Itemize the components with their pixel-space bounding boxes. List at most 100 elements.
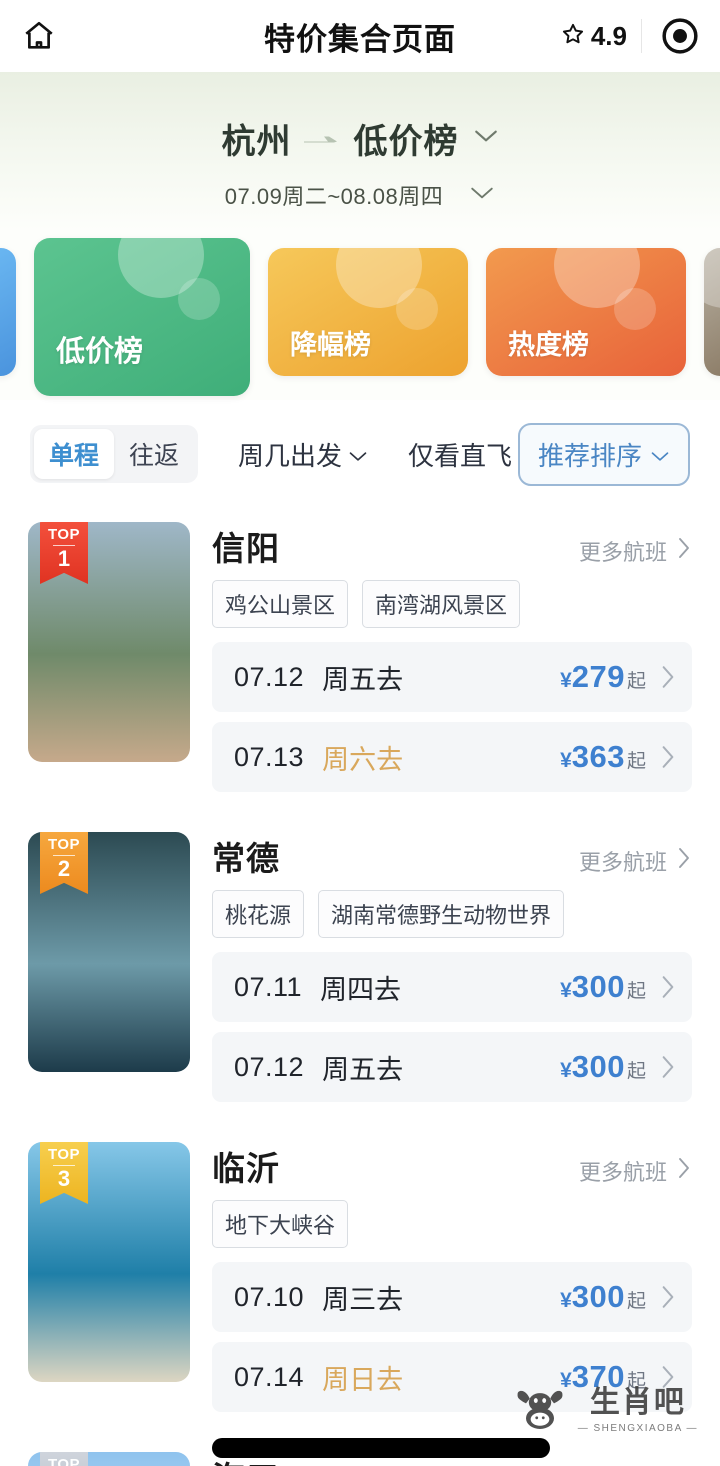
flight-date: 07.14 — [234, 1361, 305, 1392]
chevron-right-icon — [676, 536, 692, 566]
attraction-tags: 地下大峡谷 — [212, 1200, 692, 1248]
price-amount: 363 — [571, 739, 625, 774]
flight-price: ¥300 起 — [560, 969, 646, 1005]
price-from-suffix: 起 — [626, 751, 646, 772]
chevron-right-icon — [660, 664, 676, 690]
filter-weekday[interactable]: 周几出发 — [238, 436, 368, 473]
rating-value: 4.9 — [590, 20, 627, 51]
rank-tab-edge-left[interactable] — [0, 248, 16, 376]
currency-symbol: ¥ — [560, 749, 572, 772]
destination-body: 常德 更多航班 桃花源 湖南常德野生动物世界 07.11 周四去 ¥300 起 07.12 周五去… — [212, 832, 692, 1112]
more-flights-label: 更多航班 — [578, 540, 667, 565]
tab-decoration-icon — [178, 278, 220, 320]
rank-tab-hot[interactable]: 热度榜 — [486, 248, 686, 376]
rank-tab-classic[interactable]: 经典 — [704, 248, 720, 376]
flight-price: ¥300 起 — [560, 1279, 646, 1315]
chevron-right-icon — [660, 1284, 676, 1310]
rank-tabs-carousel[interactable]: 低价榜 降幅榜 热度榜 经典 — [0, 230, 720, 400]
attraction-tag[interactable]: 地下大峡谷 — [212, 1200, 349, 1248]
chevron-down-icon — [348, 439, 368, 470]
attraction-tag[interactable]: 桃花源 — [212, 890, 305, 938]
destination-photo[interactable]: TOP 2 — [28, 832, 190, 1072]
more-flights-label: 更多航班 — [578, 1160, 667, 1185]
destination-city: 常德 — [212, 840, 280, 877]
watermark-cn: 生肖吧 — [589, 1385, 686, 1419]
destination-photo[interactable]: TOP 1 — [28, 522, 190, 762]
rank-tab-edge-left-label — [0, 362, 8, 376]
hero-section: 杭州 低价榜 07.09周二~08.08周四 — [0, 72, 720, 230]
flight-weekday: 周六去 — [322, 744, 404, 775]
attraction-tags: 鸡公山景区 南湾湖风景区 — [212, 580, 692, 628]
destination-item[interactable]: TOP 1 信阳 更多航班 鸡公山景区 南湾湖风景区 07.12 周五去 ¥279 起 07.13 周… — [28, 508, 692, 818]
rating-badge[interactable]: 4.9 — [554, 19, 642, 53]
price-amount: 300 — [571, 969, 625, 1004]
destination-body: 临沂 更多航班 地下大峡谷 07.10 周三去 ¥300 起 07.14 周日去 ¥370 起 — [212, 1142, 692, 1422]
board-name: 低价榜 — [353, 123, 459, 161]
rank-badge: TOP4 — [40, 1452, 88, 1466]
destination-city: 临沂 — [212, 1150, 280, 1187]
currency-symbol: ¥ — [560, 979, 572, 1002]
rank-badge-number: 1 — [57, 546, 71, 571]
price-from-suffix: 起 — [626, 1291, 646, 1312]
flight-weekday: 周四去 — [320, 974, 402, 1005]
rank-badge-top: TOP — [47, 526, 81, 543]
price-amount: 300 — [571, 1279, 625, 1314]
flight-date: 07.11 — [234, 971, 303, 1002]
flight-date: 07.13 — [234, 741, 305, 772]
currency-symbol: ¥ — [560, 1059, 572, 1082]
record-dot-icon[interactable] — [658, 14, 702, 58]
trip-type-segment[interactable]: 单程 往返 — [30, 425, 199, 483]
flight-weekday: 周五去 — [322, 664, 404, 695]
rank-tab-hot-label: 热度榜 — [508, 330, 589, 360]
date-range-text: 07.09周二~08.08周四 — [224, 184, 444, 209]
attraction-tag[interactable]: 湖南常德野生动物世界 — [318, 890, 565, 938]
flight-price: ¥279 起 — [560, 659, 646, 695]
flight-row[interactable]: 07.10 周三去 ¥300 起 — [212, 1262, 692, 1332]
chevron-right-icon — [676, 846, 692, 876]
more-flights-link[interactable]: 更多航班 — [579, 1155, 692, 1187]
more-flights-label: 更多航班 — [578, 850, 667, 875]
rank-badge-top: TOP — [47, 1146, 81, 1163]
chevron-down-icon — [473, 128, 499, 149]
filter-direct-only[interactable]: 仅看直飞 — [408, 436, 512, 473]
flight-row[interactable]: 07.13 周六去 ¥363 起 — [212, 722, 692, 792]
trip-type-roundtrip[interactable]: 往返 — [114, 429, 194, 479]
rank-badge-number: 2 — [57, 856, 71, 881]
attraction-tag[interactable]: 南湾湖风景区 — [362, 580, 521, 628]
destination-city: 信阳 — [212, 530, 280, 567]
flight-row[interactable]: 07.12 周五去 ¥279 起 — [212, 642, 692, 712]
chevron-right-icon — [676, 1156, 692, 1186]
origin-city: 杭州 — [221, 123, 292, 161]
rank-tab-drop[interactable]: 降幅榜 — [268, 248, 468, 376]
filter-direct-only-label: 仅看直飞 — [408, 440, 513, 471]
flight-row[interactable]: 07.11 周四去 ¥300 起 — [212, 952, 692, 1022]
trip-type-oneway[interactable]: 单程 — [34, 429, 115, 479]
destination-photo[interactable]: TOP 3 — [28, 1142, 190, 1382]
app-header: 特价集合页面 4.9 — [0, 0, 720, 72]
more-flights-link[interactable]: 更多航班 — [579, 535, 692, 567]
rank-tab-low-price[interactable]: 低价榜 — [34, 238, 250, 396]
currency-symbol: ¥ — [560, 1289, 572, 1312]
route-selector[interactable]: 杭州 低价榜 — [222, 114, 499, 163]
rank-tab-low-price-label: 低价榜 — [56, 336, 144, 368]
sort-button[interactable]: 推荐排序 — [517, 422, 690, 486]
rank-badge-top: TOP — [47, 1456, 81, 1466]
rank-tab-classic-label: 经典 — [704, 323, 720, 376]
chevron-right-icon — [660, 974, 676, 1000]
chevron-down-icon — [469, 185, 495, 206]
flight-row[interactable]: 07.12 周五去 ¥300 起 — [212, 1032, 692, 1102]
more-flights-link[interactable]: 更多航班 — [579, 845, 692, 877]
flight-date: 07.12 — [234, 661, 305, 692]
price-amount: 300 — [571, 1049, 625, 1084]
price-from-suffix: 起 — [626, 671, 646, 692]
price-from-suffix: 起 — [626, 1061, 646, 1082]
date-range-selector[interactable]: 07.09周二~08.08周四 — [225, 179, 495, 211]
price-amount: 279 — [571, 659, 625, 694]
destination-photo[interactable]: TOP4 — [28, 1452, 190, 1466]
attraction-tag[interactable]: 鸡公山景区 — [212, 580, 349, 628]
plane-arrow-icon — [302, 130, 344, 148]
watermark-en: — SHENGXIAOBA — — [577, 1422, 698, 1434]
destination-item[interactable]: TOP 2 常德 更多航班 桃花源 湖南常德野生动物世界 07.11 周四去 ¥300 起 07.1… — [28, 818, 692, 1128]
flight-weekday: 周五去 — [322, 1054, 404, 1085]
flight-weekday: 周日去 — [322, 1364, 404, 1395]
